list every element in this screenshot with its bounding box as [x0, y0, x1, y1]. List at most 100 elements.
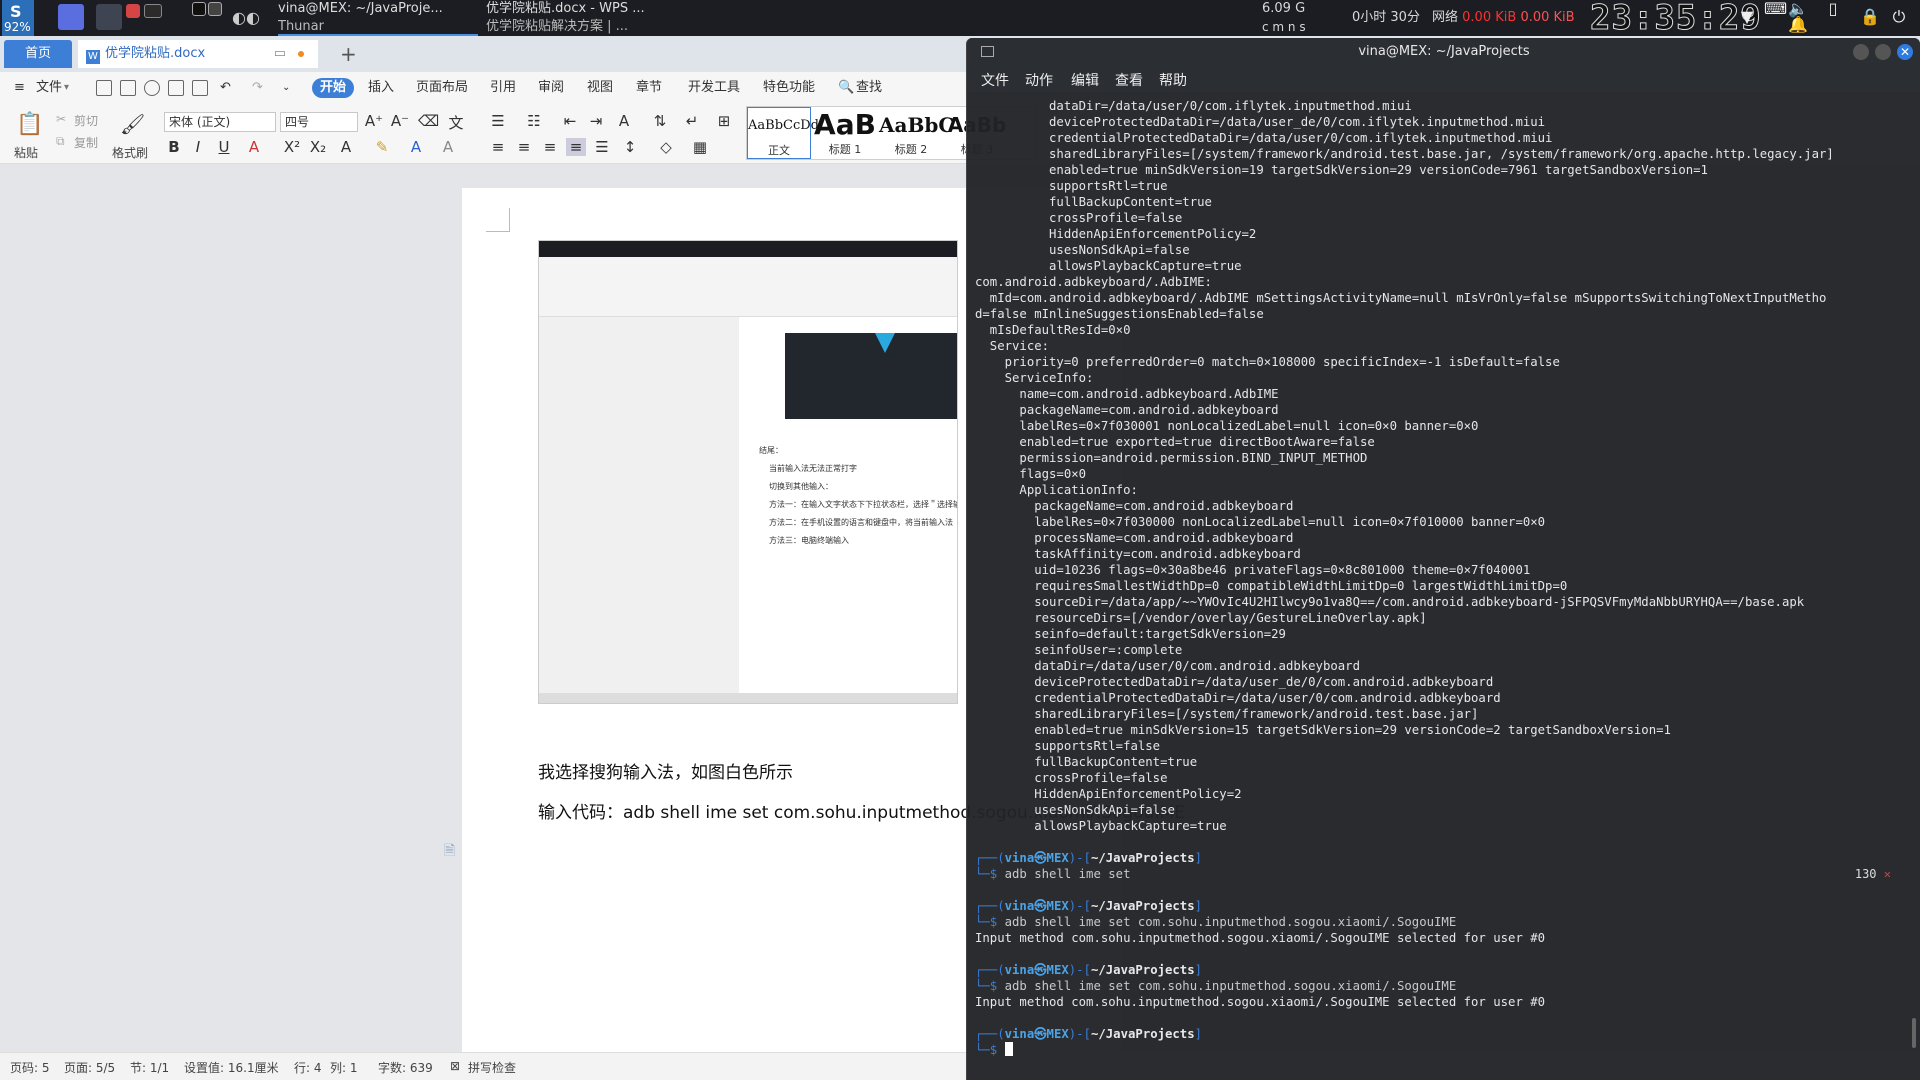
comment-icon[interactable]: 🗎 — [444, 840, 455, 864]
line-spacing-icon[interactable]: ↕ — [620, 138, 640, 156]
increase-indent-icon[interactable]: ⇥ — [586, 112, 606, 130]
tab-start[interactable]: 开始 — [312, 78, 355, 98]
bold-icon[interactable]: B — [164, 138, 184, 156]
window-mode-icon[interactable]: ▭ — [274, 40, 286, 68]
copy-label[interactable]: 复制 — [74, 134, 98, 151]
char-shading-icon[interactable]: A — [438, 138, 458, 156]
paste-label[interactable]: 粘贴 — [14, 144, 38, 161]
hamburger-icon[interactable]: ≡ — [14, 78, 25, 98]
doc-paragraph[interactable]: 我选择搜狗输入法，如图白色所示 — [538, 758, 793, 783]
app-menu-button[interactable]: S 92% — [2, 0, 34, 36]
launcher-icon-2[interactable] — [96, 4, 122, 30]
power-icon[interactable]: ⏻ — [1890, 8, 1908, 26]
tab-view[interactable]: 视图 — [587, 78, 613, 98]
status-spellcheck[interactable]: 拼写检查 — [468, 1059, 516, 1076]
text-effect-icon[interactable]: A — [336, 138, 356, 156]
minimize-button[interactable] — [1853, 44, 1869, 60]
term-menu-file[interactable]: 文件 — [981, 70, 1009, 90]
maximize-button[interactable] — [1875, 44, 1891, 60]
terminal-output[interactable]: dataDir=/data/user/0/com.iflytek.inputme… — [975, 98, 1915, 1078]
format-painter-icon[interactable]: 🖌 — [120, 112, 145, 136]
workspace-1[interactable] — [192, 2, 206, 16]
tab-page-layout[interactable]: 页面布局 — [416, 78, 468, 98]
align-right-icon[interactable]: ≡ — [540, 138, 560, 156]
strikethrough-icon[interactable]: A — [244, 138, 264, 156]
text-direction-icon[interactable]: A — [614, 112, 634, 130]
subscript-icon[interactable]: X₂ — [308, 138, 328, 156]
cut-icon[interactable]: ✂ — [56, 112, 66, 126]
status-pages[interactable]: 页面: 5/5 — [64, 1059, 115, 1076]
wifi-icon[interactable]: ▼ — [1738, 8, 1756, 26]
style-heading-1[interactable]: AaB 标题 1 — [813, 107, 877, 159]
term-menu-edit[interactable]: 编辑 — [1071, 70, 1099, 90]
status-col[interactable]: 列: 1 — [330, 1059, 358, 1076]
italic-icon[interactable]: I — [188, 138, 208, 156]
tab-special[interactable]: 特色功能 — [763, 78, 815, 98]
copy-icon[interactable]: ⧉ — [56, 134, 65, 149]
status-words[interactable]: 字数: 639 — [378, 1059, 433, 1076]
search-icon[interactable]: 🔍 — [838, 78, 854, 98]
status-setting[interactable]: 设置值: 16.1厘米 — [184, 1059, 279, 1076]
justify-icon[interactable]: ≡ — [566, 138, 586, 156]
highlight-icon[interactable]: ✎ — [372, 138, 392, 156]
bullet-list-icon[interactable]: ☰ — [488, 112, 508, 130]
menu-file[interactable]: 文件 — [36, 78, 62, 98]
new-tab-button[interactable]: + — [340, 40, 357, 68]
launcher-icon-4[interactable] — [144, 4, 162, 18]
align-left-icon[interactable]: ≡ — [488, 138, 508, 156]
status-page-no[interactable]: 页码: 5 — [10, 1059, 50, 1076]
line-break-icon[interactable]: ↵ — [682, 112, 702, 130]
customize-icon[interactable]: ⌄ — [282, 78, 290, 98]
launcher-icon-3[interactable] — [126, 4, 140, 18]
notification-icon[interactable]: 🔔 — [1788, 16, 1808, 34]
tab-chapter[interactable]: 章节 — [636, 78, 662, 98]
task-terminal[interactable]: vina@MEX: ~/JavaProje... Thunar — [278, 0, 478, 36]
grow-font-icon[interactable]: A⁺ — [364, 112, 384, 130]
search-label[interactable]: 查找 — [856, 78, 882, 98]
phonetic-icon[interactable]: 文 — [446, 112, 466, 133]
decrease-indent-icon[interactable]: ⇤ — [560, 112, 580, 130]
clipboard-icon[interactable]: ▯ — [1824, 0, 1842, 18]
terminal-window[interactable]: vina@MEX: ~/JavaProjects ✕ 文件 动作 编辑 查看 帮… — [966, 38, 1920, 1080]
lock-icon[interactable]: 🔒 — [1860, 8, 1880, 26]
term-menu-view[interactable]: 查看 — [1115, 70, 1143, 90]
tab-review[interactable]: 审阅 — [538, 78, 564, 98]
task-wps[interactable]: 优学院粘贴.docx - WPS ... 优学院粘贴解决方案 | ... — [486, 0, 686, 36]
style-heading-2[interactable]: AaBbC 标题 2 — [879, 107, 954, 159]
superscript-icon[interactable]: X² — [282, 138, 302, 156]
paste-icon[interactable]: 📋 — [16, 112, 43, 137]
close-button[interactable]: ✕ — [1897, 44, 1913, 60]
underline-icon[interactable]: U — [214, 138, 234, 156]
tab-document[interactable]: W 优学院粘贴.docx ▭ — [78, 40, 318, 68]
shrink-font-icon[interactable]: A⁻ — [390, 112, 410, 130]
tab-home[interactable]: 首页 — [4, 40, 72, 68]
font-family-select[interactable]: 宋体 (正文) — [164, 112, 276, 132]
align-center-icon[interactable]: ≡ — [514, 138, 534, 156]
numbered-list-icon[interactable]: ☷ — [524, 112, 544, 130]
term-menu-actions[interactable]: 动作 — [1025, 70, 1053, 90]
undo-icon[interactable]: ↶ — [220, 78, 231, 98]
style-normal[interactable]: AaBbCcDd 正文 — [747, 107, 819, 159]
border-icon[interactable]: ▦ — [690, 138, 710, 156]
workspace-2[interactable] — [208, 2, 222, 16]
tab-references[interactable]: 引用 — [490, 78, 516, 98]
format-painter-label[interactable]: 格式刷 — [112, 144, 148, 161]
font-size-select[interactable]: 四号 — [280, 112, 358, 132]
status-row[interactable]: 行: 4 — [294, 1059, 322, 1076]
distributed-icon[interactable]: ☰ — [592, 138, 612, 156]
keyboard-icon[interactable]: ⌨ — [1764, 0, 1787, 18]
clear-format-icon[interactable]: ⌫ — [418, 112, 439, 130]
redo-icon[interactable]: ↷ — [252, 78, 263, 98]
launcher-icon-1[interactable] — [58, 4, 84, 30]
tab-developer[interactable]: 开发工具 — [688, 78, 740, 98]
sort-icon[interactable]: ⇅ — [650, 112, 670, 130]
tab-insert[interactable]: 插入 — [368, 78, 394, 98]
terminal-titlebar[interactable]: vina@MEX: ~/JavaProjects ✕ — [967, 38, 1920, 66]
open-folder-icon[interactable] — [96, 80, 112, 96]
chevron-down-icon[interactable]: ▾ — [64, 78, 69, 98]
spellcheck-icon[interactable]: ⊠ — [450, 1059, 460, 1073]
table-borders-icon[interactable]: ⊞ — [714, 112, 734, 130]
embedded-screenshot[interactable]: 结尾： 当前输入法无法正常打字 切换到其他输入： 方法一：在输入文字状态下下拉状… — [538, 240, 958, 704]
font-color-icon[interactable]: A — [406, 138, 426, 156]
save-icon[interactable] — [120, 80, 136, 96]
